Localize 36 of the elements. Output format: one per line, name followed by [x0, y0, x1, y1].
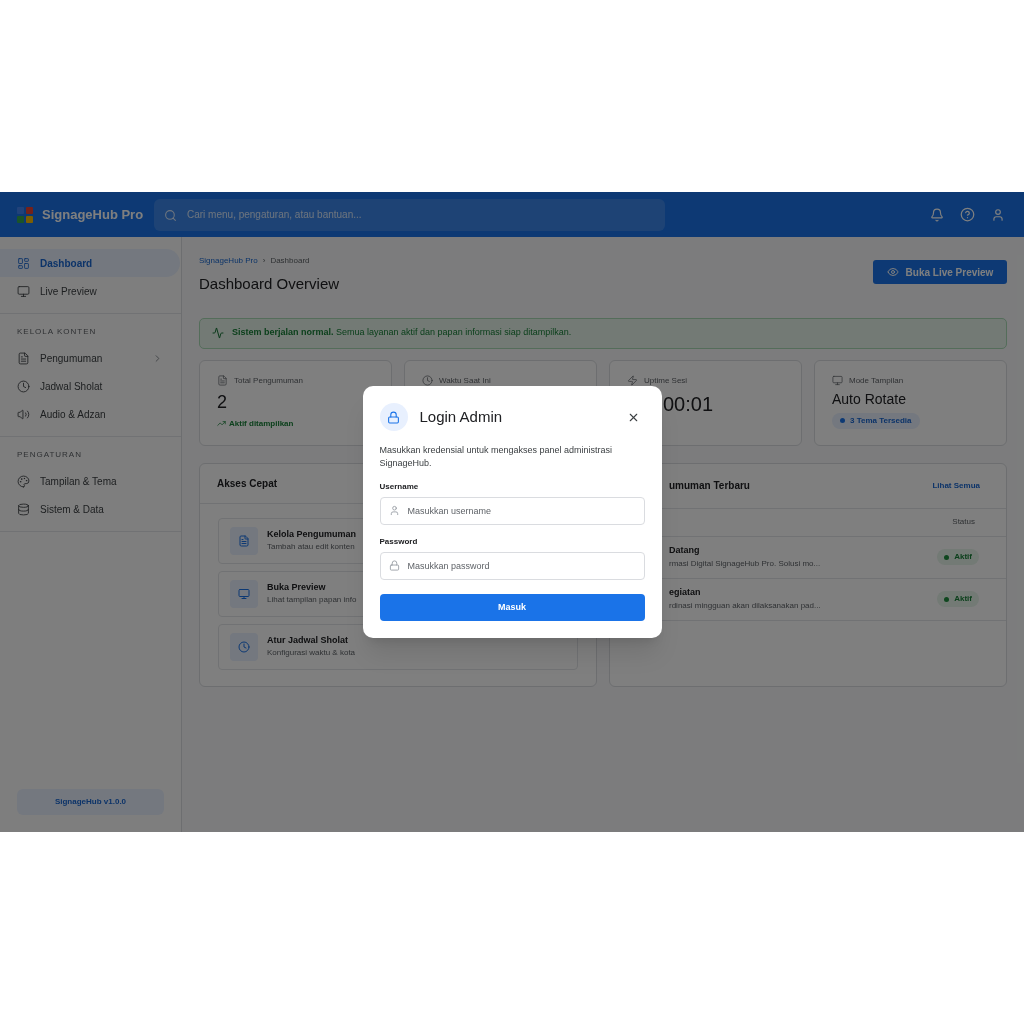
breadcrumb-separator: ›	[262, 255, 266, 267]
alert-message: Sistem berjalan normal. Semua layanan aktif dan papan informasi siap ditampilkan.	[232, 326, 572, 340]
section-heading: PENGATURAN	[16, 449, 83, 461]
status-badge: Aktif	[937, 549, 979, 565]
stat-value: Auto Rotate	[832, 389, 906, 409]
page-title: Dashboard Overview	[199, 274, 340, 294]
section-heading: KELOLA KONTEN	[16, 326, 98, 338]
stat-label: Mode Tampilan	[849, 374, 904, 387]
field-label: Password	[379, 536, 419, 548]
item-description: Tambah atau edit konten	[267, 541, 356, 554]
item-description: Lihat tampilan papan info	[267, 594, 357, 607]
stat-value: 00:01	[663, 391, 714, 417]
field-label: Username	[379, 481, 420, 493]
stat-note: Aktif ditampilkan	[229, 417, 294, 430]
announcement-summary: rdinasi mingguan akan dilaksanakan pad...	[669, 599, 822, 612]
announcement-title: egiatan	[669, 586, 702, 600]
item-title: Atur Jadwal Sholat	[267, 633, 349, 647]
dialog-title: Login Admin	[419, 406, 504, 427]
stat-label: Uptime Sesi	[644, 374, 688, 387]
column-header: Status	[952, 516, 975, 528]
breadcrumb-current: Dashboard	[270, 255, 310, 267]
theme-badge: 3 Tema Tersedia	[832, 412, 920, 429]
item-title: Kelola Pengumuman	[267, 527, 356, 541]
brand-name: SignageHub Pro	[42, 205, 144, 224]
stat-label: Waktu Saat Ini	[439, 374, 491, 387]
status-badge: Aktif	[937, 591, 979, 607]
card-title: umuman Terbaru	[669, 479, 750, 493]
announcement-title: Datang	[669, 544, 701, 558]
stat-label: Total Pengumuman	[234, 374, 303, 387]
announcement-summary: rmasi Digital SignageHub Pro. Solusi mo...	[669, 557, 822, 570]
version-badge: SignageHub v1.0.0	[17, 789, 164, 815]
item-description: Konfigurasi waktu & kota	[267, 647, 356, 660]
card-title: Akses Cepat	[217, 476, 278, 491]
stat-value: 2	[217, 390, 227, 414]
item-title: Buka Preview	[267, 580, 327, 594]
dialog-description: Masukkan kredensial untuk mengakses panel administrasi SignageHub.	[379, 444, 614, 470]
